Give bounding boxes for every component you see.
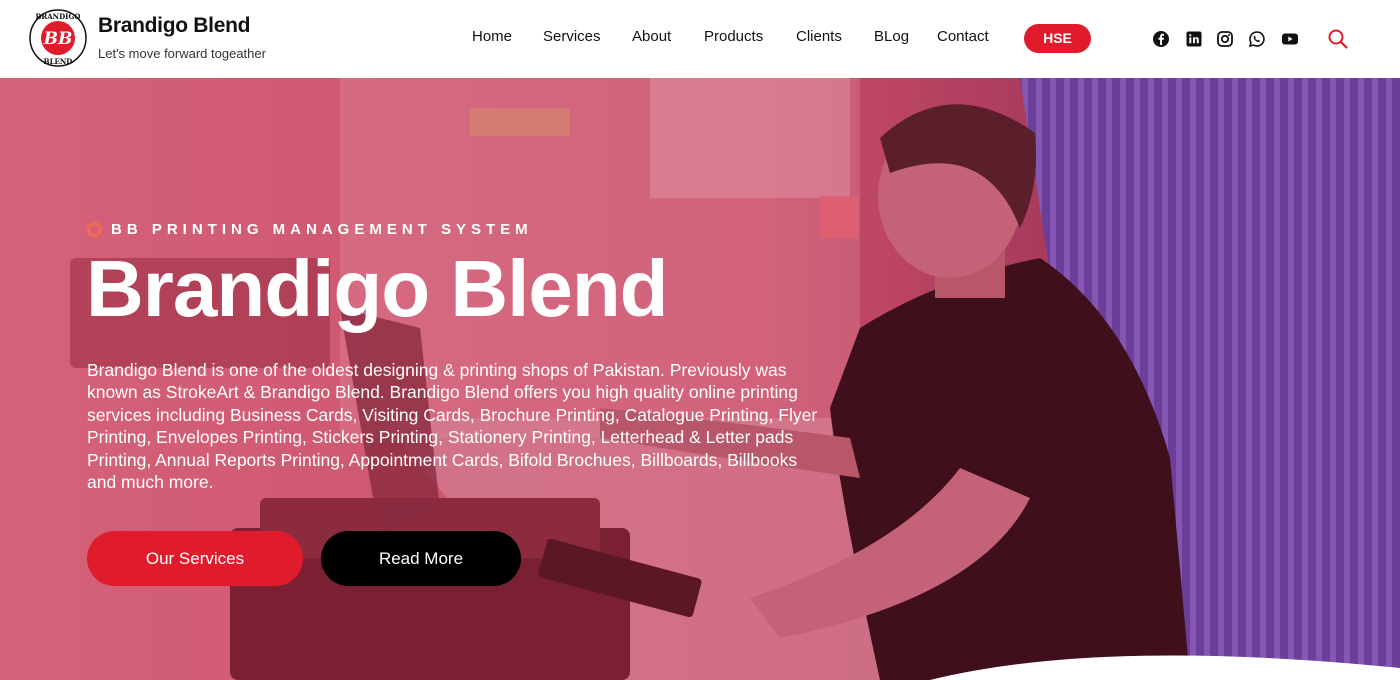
linkedin-icon[interactable] [1185, 30, 1203, 48]
brand-logo[interactable]: BB BRANDIGO BLEND [28, 8, 88, 68]
youtube-icon[interactable] [1281, 30, 1299, 48]
hero-title: Brandigo Blend [86, 244, 669, 333]
hero-section: BB PRINTING MANAGEMENT SYSTEM Brandigo B… [0, 78, 1400, 680]
nav-item-contact[interactable]: Contact [937, 28, 989, 45]
brand-tagline: Let's move forward togeather [98, 46, 266, 61]
search-icon[interactable] [1327, 28, 1349, 50]
read-more-button[interactable]: Read More [321, 531, 521, 586]
svg-text:BB: BB [43, 29, 73, 49]
nav-item-products[interactable]: Products [704, 28, 763, 45]
nav-item-clients[interactable]: Clients [796, 28, 842, 45]
whatsapp-icon[interactable] [1248, 30, 1266, 48]
hero-description: Brandigo Blend is one of the oldest desi… [87, 360, 818, 493]
svg-text:BRANDIGO: BRANDIGO [36, 12, 81, 21]
nav-item-blog[interactable]: BLog [874, 28, 909, 45]
site-header: BB BRANDIGO BLEND Brandigo Blend Let's m… [0, 0, 1400, 78]
instagram-icon[interactable] [1216, 30, 1234, 48]
brand-name[interactable]: Brandigo Blend [98, 14, 250, 38]
facebook-icon[interactable] [1152, 30, 1170, 48]
nav-item-services[interactable]: Services [543, 28, 601, 45]
kicker-dot-icon [87, 222, 102, 237]
svg-text:BLEND: BLEND [44, 57, 73, 66]
our-services-button[interactable]: Our Services [87, 531, 303, 586]
hero-kicker: BB PRINTING MANAGEMENT SYSTEM [111, 221, 533, 238]
nav-item-home[interactable]: Home [472, 28, 512, 45]
hse-button[interactable]: HSE [1024, 24, 1091, 53]
nav-item-about[interactable]: About [632, 28, 671, 45]
